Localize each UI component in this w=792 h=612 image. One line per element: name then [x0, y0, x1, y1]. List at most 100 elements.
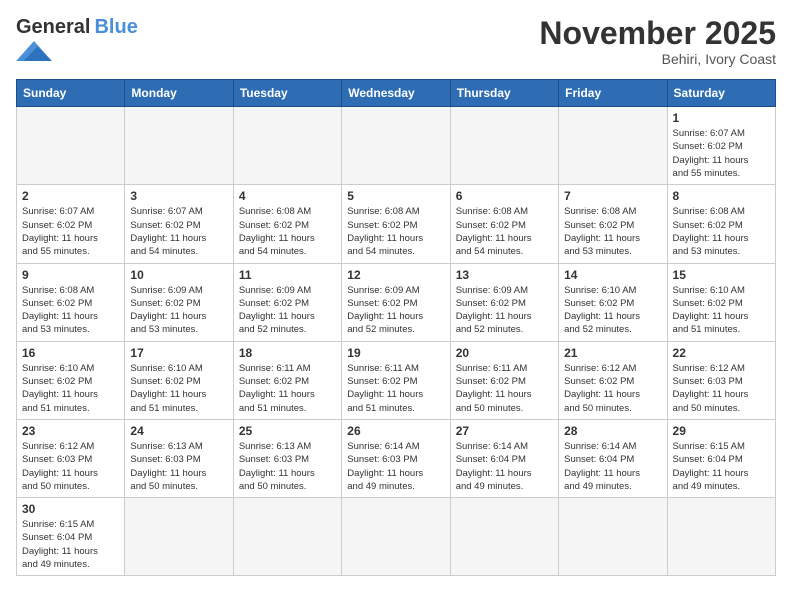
- day-number: 3: [130, 189, 227, 203]
- day-info: Sunrise: 6:07 AMSunset: 6:02 PMDaylight:…: [130, 205, 227, 258]
- day-info: Sunrise: 6:09 AMSunset: 6:02 PMDaylight:…: [456, 284, 553, 337]
- calendar-week-5: 23Sunrise: 6:12 AMSunset: 6:03 PMDayligh…: [17, 419, 776, 497]
- calendar-cell-3-3: 11 Sunrise: 6:09 AMSunset: 6:02 PMDayligh…: [233, 263, 341, 341]
- calendar-cell-2-1: 2 Sunrise: 6:07 AMSunset: 6:02 PMDaylight…: [17, 185, 125, 263]
- day-info: Sunrise: 6:14 AMSunset: 6:04 PMDaylight:…: [456, 440, 553, 493]
- logo-blue: Blue: [94, 16, 137, 39]
- day-number: 22: [673, 346, 770, 360]
- day-number: 6: [456, 189, 553, 203]
- calendar-cell-3-4: 12 Sunrise: 6:09 AMSunset: 6:02 PMDayligh…: [342, 263, 450, 341]
- calendar-cell-2-5: 6 Sunrise: 6:08 AMSunset: 6:02 PMDaylight…: [450, 185, 558, 263]
- day-number: 27: [456, 424, 553, 438]
- calendar-table: Sunday Monday Tuesday Wednesday Thursday…: [16, 79, 776, 576]
- day-info: Sunrise: 6:09 AMSunset: 6:02 PMDaylight:…: [130, 284, 227, 337]
- day-number: 17: [130, 346, 227, 360]
- calendar-cell-2-6: 7 Sunrise: 6:08 AMSunset: 6:02 PMDaylight…: [559, 185, 667, 263]
- calendar-cell-5-2: 24Sunrise: 6:13 AMSunset: 6:03 PMDayligh…: [125, 419, 233, 497]
- header-friday: Friday: [559, 80, 667, 107]
- calendar-cell-5-3: 25 Sunrise: 6:13 AMSunset: 6:03 PMDayligh…: [233, 419, 341, 497]
- calendar-week-4: 16 Sunrise: 6:10 AMSunset: 6:02 PMDayligh…: [17, 341, 776, 419]
- day-info: Sunrise: 6:09 AMSunset: 6:02 PMDaylight:…: [347, 284, 444, 337]
- calendar-cell-1-4: [342, 107, 450, 185]
- day-info: Sunrise: 6:10 AMSunset: 6:02 PMDaylight:…: [22, 362, 119, 415]
- day-info: Sunrise: 6:15 AMSunset: 6:04 PMDaylight:…: [22, 518, 119, 571]
- day-info: Sunrise: 6:08 AMSunset: 6:02 PMDaylight:…: [456, 205, 553, 258]
- day-info: Sunrise: 6:12 AMSunset: 6:03 PMDaylight:…: [22, 440, 119, 493]
- day-info: Sunrise: 6:08 AMSunset: 6:02 PMDaylight:…: [564, 205, 661, 258]
- day-number: 7: [564, 189, 661, 203]
- day-info: Sunrise: 6:12 AMSunset: 6:02 PMDaylight:…: [564, 362, 661, 415]
- day-number: 5: [347, 189, 444, 203]
- day-info: Sunrise: 6:14 AMSunset: 6:04 PMDaylight:…: [564, 440, 661, 493]
- day-number: 21: [564, 346, 661, 360]
- day-number: 10: [130, 268, 227, 282]
- calendar-cell-5-7: 29Sunrise: 6:15 AMSunset: 6:04 PMDayligh…: [667, 419, 775, 497]
- calendar-cell-2-7: 8Sunrise: 6:08 AMSunset: 6:02 PMDaylight…: [667, 185, 775, 263]
- day-number: 13: [456, 268, 553, 282]
- logo: General Blue: [16, 16, 138, 61]
- calendar-cell-6-5: [450, 498, 558, 576]
- calendar-cell-4-6: 21 Sunrise: 6:12 AMSunset: 6:02 PMDayligh…: [559, 341, 667, 419]
- day-number: 2: [22, 189, 119, 203]
- month-title: November 2025: [539, 16, 776, 51]
- day-info: Sunrise: 6:08 AMSunset: 6:02 PMDaylight:…: [22, 284, 119, 337]
- day-number: 16: [22, 346, 119, 360]
- day-info: Sunrise: 6:10 AMSunset: 6:02 PMDaylight:…: [564, 284, 661, 337]
- calendar-cell-6-1: 30 Sunrise: 6:15 AMSunset: 6:04 PMDayligh…: [17, 498, 125, 576]
- day-number: 9: [22, 268, 119, 282]
- day-number: 20: [456, 346, 553, 360]
- day-info: Sunrise: 6:11 AMSunset: 6:02 PMDaylight:…: [456, 362, 553, 415]
- calendar-cell-3-7: 15 Sunrise: 6:10 AMSunset: 6:02 PMDayligh…: [667, 263, 775, 341]
- day-info: Sunrise: 6:09 AMSunset: 6:02 PMDaylight:…: [239, 284, 336, 337]
- page-header: General Blue November 2025 Behiri, Ivory…: [16, 16, 776, 67]
- calendar-cell-2-2: 3 Sunrise: 6:07 AMSunset: 6:02 PMDaylight…: [125, 185, 233, 263]
- header-saturday: Saturday: [667, 80, 775, 107]
- calendar-week-2: 2 Sunrise: 6:07 AMSunset: 6:02 PMDaylight…: [17, 185, 776, 263]
- calendar-cell-4-4: 19Sunrise: 6:11 AMSunset: 6:02 PMDayligh…: [342, 341, 450, 419]
- calendar-header-row: Sunday Monday Tuesday Wednesday Thursday…: [17, 80, 776, 107]
- day-info: Sunrise: 6:11 AMSunset: 6:02 PMDaylight:…: [347, 362, 444, 415]
- header-sunday: Sunday: [17, 80, 125, 107]
- calendar-cell-4-7: 22Sunrise: 6:12 AMSunset: 6:03 PMDayligh…: [667, 341, 775, 419]
- day-number: 24: [130, 424, 227, 438]
- day-info: Sunrise: 6:13 AMSunset: 6:03 PMDaylight:…: [239, 440, 336, 493]
- day-info: Sunrise: 6:07 AMSunset: 6:02 PMDaylight:…: [22, 205, 119, 258]
- calendar-cell-4-1: 16 Sunrise: 6:10 AMSunset: 6:02 PMDayligh…: [17, 341, 125, 419]
- title-block: November 2025 Behiri, Ivory Coast: [539, 16, 776, 67]
- calendar-cell-6-6: [559, 498, 667, 576]
- day-number: 28: [564, 424, 661, 438]
- day-number: 26: [347, 424, 444, 438]
- day-info: Sunrise: 6:10 AMSunset: 6:02 PMDaylight:…: [673, 284, 770, 337]
- day-number: 15: [673, 268, 770, 282]
- calendar-cell-1-2: [125, 107, 233, 185]
- day-number: 12: [347, 268, 444, 282]
- calendar-cell-1-1: [17, 107, 125, 185]
- calendar-week-3: 9 Sunrise: 6:08 AMSunset: 6:02 PMDaylight…: [17, 263, 776, 341]
- day-info: Sunrise: 6:14 AMSunset: 6:03 PMDaylight:…: [347, 440, 444, 493]
- day-number: 18: [239, 346, 336, 360]
- calendar-cell-6-3: [233, 498, 341, 576]
- calendar-cell-1-7: 1Sunrise: 6:07 AMSunset: 6:02 PMDaylight…: [667, 107, 775, 185]
- calendar-cell-4-2: 17Sunrise: 6:10 AMSunset: 6:02 PMDayligh…: [125, 341, 233, 419]
- logo-icon: [16, 41, 52, 61]
- day-number: 4: [239, 189, 336, 203]
- calendar-cell-1-6: [559, 107, 667, 185]
- calendar-cell-1-5: [450, 107, 558, 185]
- day-number: 14: [564, 268, 661, 282]
- header-wednesday: Wednesday: [342, 80, 450, 107]
- calendar-cell-6-4: [342, 498, 450, 576]
- header-thursday: Thursday: [450, 80, 558, 107]
- location: Behiri, Ivory Coast: [539, 51, 776, 67]
- day-number: 25: [239, 424, 336, 438]
- calendar-week-1: 1Sunrise: 6:07 AMSunset: 6:02 PMDaylight…: [17, 107, 776, 185]
- calendar-cell-5-1: 23Sunrise: 6:12 AMSunset: 6:03 PMDayligh…: [17, 419, 125, 497]
- calendar-cell-2-4: 5 Sunrise: 6:08 AMSunset: 6:02 PMDaylight…: [342, 185, 450, 263]
- calendar-cell-2-3: 4 Sunrise: 6:08 AMSunset: 6:02 PMDaylight…: [233, 185, 341, 263]
- day-number: 11: [239, 268, 336, 282]
- calendar-cell-5-5: 27 Sunrise: 6:14 AMSunset: 6:04 PMDayligh…: [450, 419, 558, 497]
- day-number: 30: [22, 502, 119, 516]
- day-number: 29: [673, 424, 770, 438]
- calendar-cell-1-3: [233, 107, 341, 185]
- day-info: Sunrise: 6:08 AMSunset: 6:02 PMDaylight:…: [239, 205, 336, 258]
- day-info: Sunrise: 6:08 AMSunset: 6:02 PMDaylight:…: [347, 205, 444, 258]
